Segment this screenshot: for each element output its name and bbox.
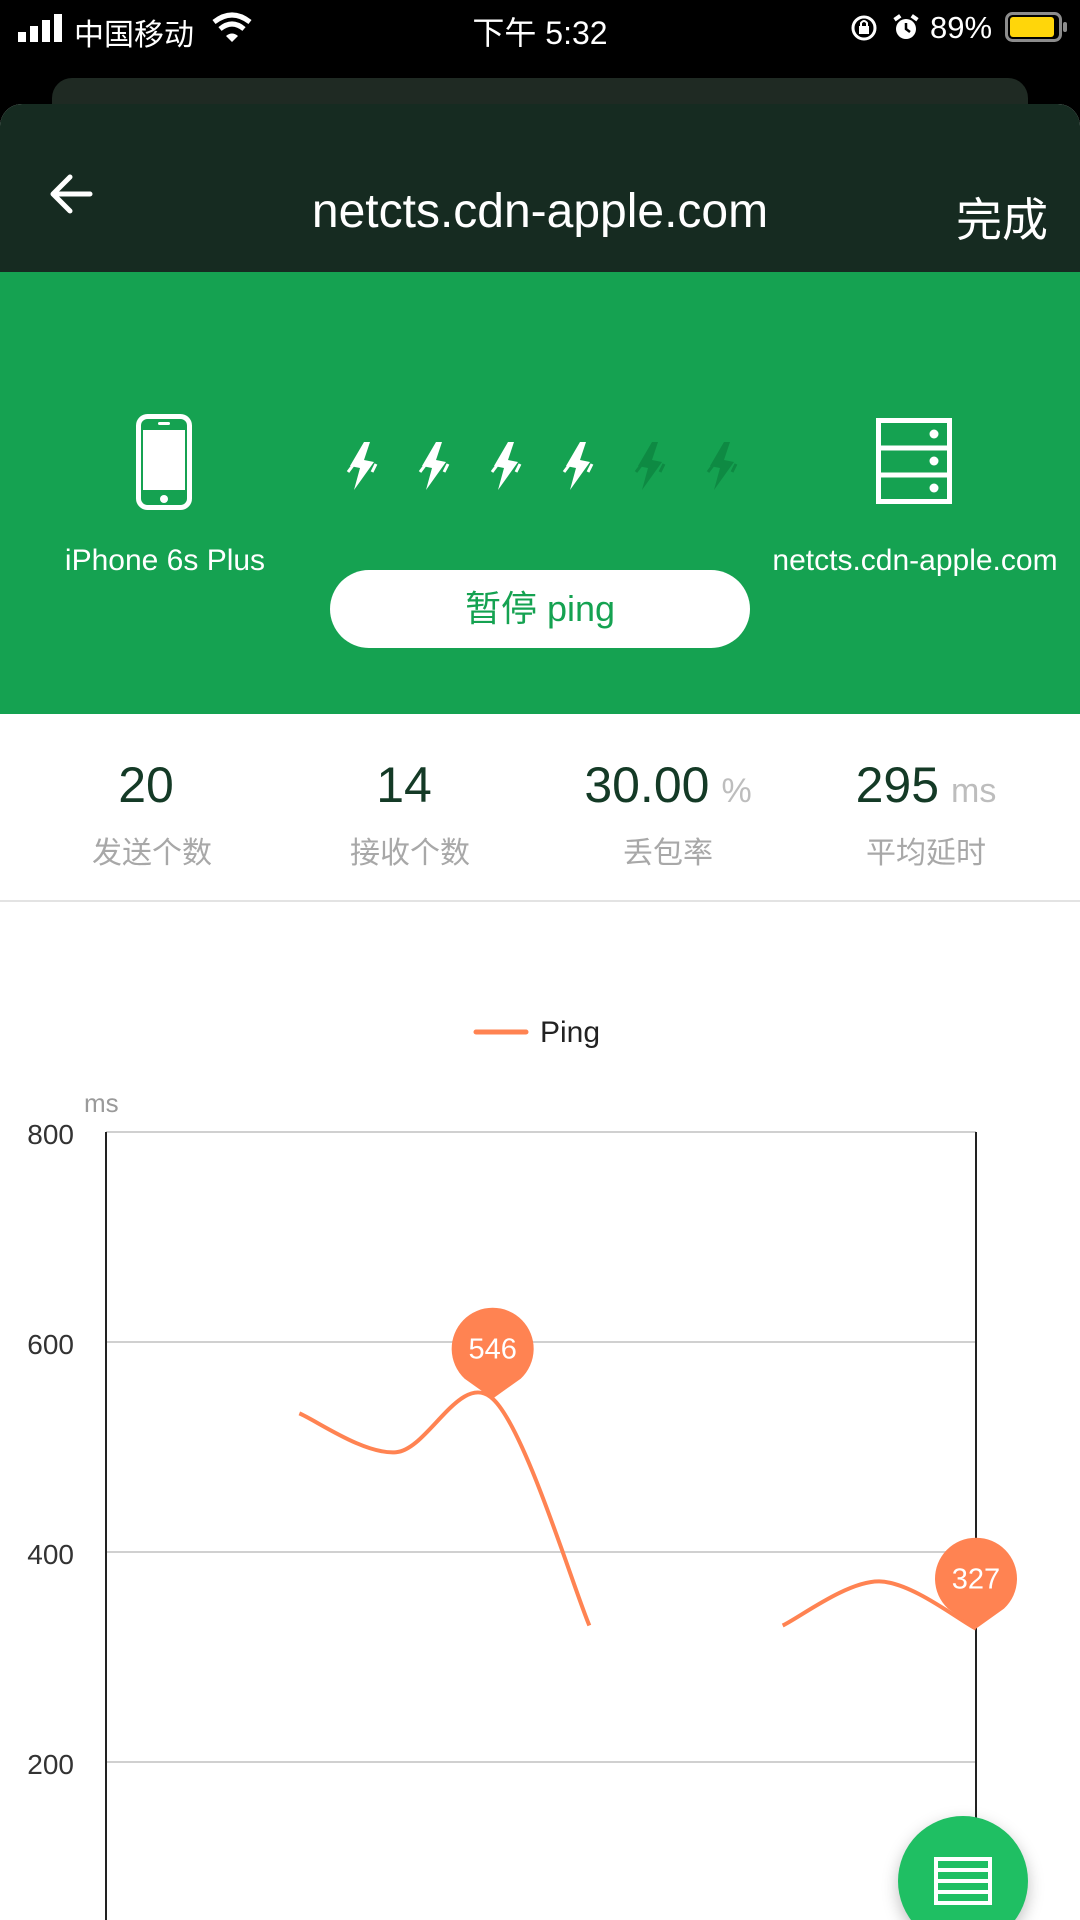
ping-sheet: netcts.cdn-apple.com 完成 iPhone 6s Plus n… [0, 104, 1080, 1920]
stat-label: 接收个数 [350, 837, 470, 870]
battery-icon [1005, 12, 1067, 42]
battery-percent: 89% [930, 10, 993, 45]
marker-label: 546 [468, 1334, 516, 1366]
ping-pulse-icon [418, 442, 450, 490]
y-tick-label: 800 [27, 1119, 74, 1150]
stat-value: 30.00 [584, 757, 710, 813]
value-marker: 327 [935, 1537, 1017, 1629]
stat-unit: % [721, 772, 752, 810]
stat-value: 14 [376, 757, 432, 813]
ping-pulse-icon [562, 442, 594, 490]
ping-pulse-icon [490, 442, 522, 490]
page-title: netcts.cdn-apple.com [311, 185, 769, 238]
ping-chart: Pingms0200400600800546327 [0, 904, 1080, 1920]
done-button[interactable]: 完成 [956, 184, 1048, 250]
marker-label: 327 [952, 1564, 1000, 1596]
list-icon [934, 1857, 992, 1905]
y-tick-label: 600 [27, 1329, 74, 1360]
y-axis-unit: ms [84, 1088, 119, 1118]
stat-label: 发送个数 [92, 837, 212, 870]
stat-label: 丢包率 [623, 837, 713, 870]
device-label: iPhone 6s Plus [64, 544, 266, 577]
stat-label: 平均延时 [866, 837, 986, 870]
pause-ping-button[interactable]: 暂停 ping [330, 570, 750, 648]
nav-bar: netcts.cdn-apple.com 完成 [0, 104, 1080, 272]
ping-pulse-icon [634, 442, 666, 490]
stat-received: 14 接收个数 [275, 756, 545, 872]
stat-unit: ms [951, 772, 997, 810]
stat-value: 295 [855, 757, 940, 813]
stat-loss-rate: 30.00% 丢包率 [533, 756, 803, 872]
alarm-icon [893, 14, 919, 39]
stats-row: 20 发送个数 14 接收个数 30.00% 丢包率 295 ms 平均延时 [0, 714, 1080, 902]
phone-icon [136, 414, 192, 510]
value-marker: 546 [451, 1307, 534, 1399]
ping-pulse-icon [346, 442, 378, 490]
server-icon [876, 418, 952, 504]
ping-line-chart: Pingms0200400600800546327 [27, 1016, 1017, 1920]
ping-series-line [298, 1390, 592, 1627]
chart-legend: Ping [473, 1016, 600, 1049]
y-tick-label: 400 [27, 1539, 74, 1570]
legend-label: Ping [540, 1016, 600, 1049]
stat-value: 20 [118, 757, 174, 813]
ping-progress-indicator [346, 442, 738, 490]
y-tick-label: 200 [27, 1749, 74, 1780]
stat-avg-latency: 295 ms 平均延时 [791, 756, 1061, 872]
rotation-lock-icon [851, 15, 877, 41]
ping-pulse-icon [706, 442, 738, 490]
ping-panel: iPhone 6s Plus netcts.cdn-apple.com 暂停 p… [0, 272, 1080, 714]
server-label: netcts.cdn-apple.com [772, 544, 1058, 577]
status-bar: 中国移动 下午 5:32 89% [0, 0, 1080, 60]
stat-sent: 20 发送个数 [17, 756, 287, 872]
